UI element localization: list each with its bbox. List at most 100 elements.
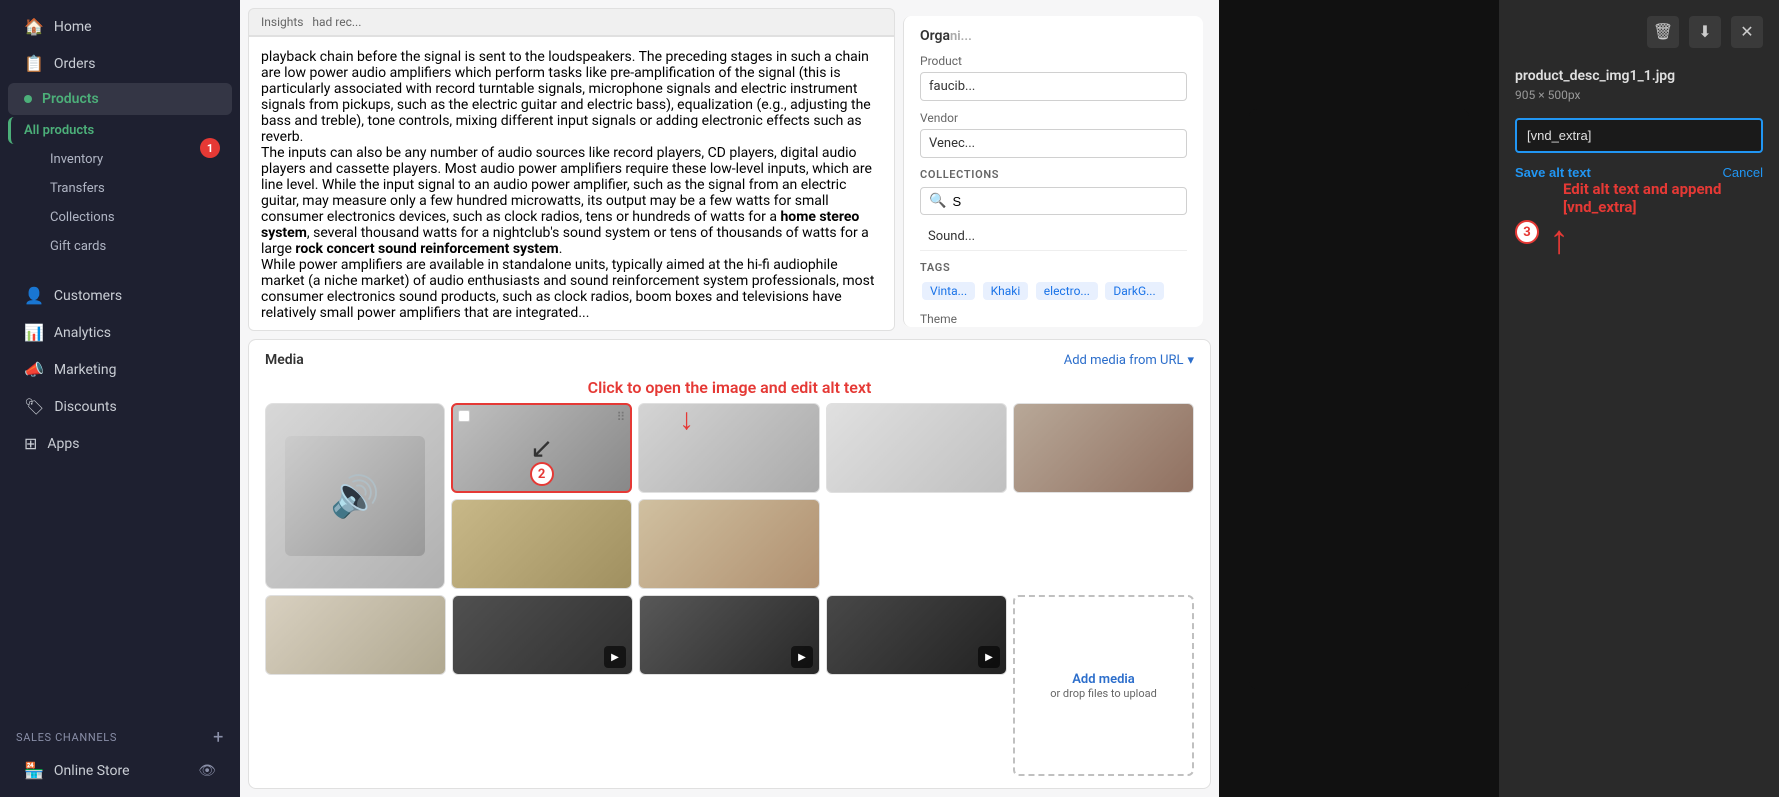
sidebar-item-label: Marketing <box>54 362 117 378</box>
tag-vinta[interactable]: Vinta... <box>922 282 975 300</box>
product-description: playback chain before the signal is sent… <box>248 36 895 331</box>
close-editor-btn[interactable]: ✕ <box>1731 16 1763 48</box>
add-media-url-btn[interactable]: Add media from URL ▾ <box>1064 353 1194 368</box>
tag-electro[interactable]: electro... <box>1036 282 1098 300</box>
vendor-field-value[interactable]: Venec... <box>920 129 1187 158</box>
red-arrow-up-annotation: ↑ <box>1549 220 1569 260</box>
discounts-icon: 🏷 <box>24 397 44 416</box>
add-media-box[interactable]: Add media or drop files to upload <box>1013 595 1194 776</box>
media-thumb-video-3[interactable]: ▶ <box>826 595 1007 675</box>
sidebar-item-orders[interactable]: 📋 Orders <box>8 46 232 81</box>
media-thumb-4[interactable] <box>826 403 1007 493</box>
media-thumb-7[interactable] <box>638 499 819 589</box>
sidebar-item-label: Customers <box>54 288 122 304</box>
media-section: Media Add media from URL ▾ Click to open… <box>248 339 1211 789</box>
cancel-alt-text-btn[interactable]: Cancel <box>1723 165 1763 180</box>
sidebar: 🏠 Home 📋 Orders Products All products 1 … <box>0 0 240 797</box>
sidebar-item-discounts[interactable]: 🏷 Discounts <box>8 389 232 424</box>
sidebar-item-label: Home <box>54 19 92 35</box>
home-icon: 🏠 <box>24 17 44 36</box>
visibility-icon[interactable]: 👁 <box>198 763 216 779</box>
vendor-field-label: Vendor <box>920 111 1187 125</box>
sidebar-item-label: Discounts <box>54 399 116 415</box>
sidebar-sub-label: All products <box>24 123 94 138</box>
media-thumb-3[interactable] <box>638 403 819 493</box>
sidebar-item-home[interactable]: 🏠 Home <box>8 9 232 44</box>
sales-channels-header: SALES CHANNELS + <box>0 711 240 752</box>
sidebar-item-online-store[interactable]: 🏪 Online Store 👁 <box>8 753 232 788</box>
sidebar-sub-gift-cards[interactable]: Gift cards <box>8 233 232 260</box>
sidebar-sub-all-products[interactable]: All products 1 <box>8 117 232 144</box>
insights-bar: Insights had rec... <box>248 8 895 36</box>
add-media-sub: or drop files to upload <box>1050 687 1157 700</box>
close-icon: ✕ <box>1740 22 1753 42</box>
speaker-grill-image <box>1249 109 1469 689</box>
alt-text-input[interactable] <box>1515 118 1763 153</box>
media-grid-row2: ▶ ▶ ▶ Add media or drop files to upload <box>265 595 1194 776</box>
sidebar-item-marketing[interactable]: 📣 Marketing <box>8 352 232 387</box>
sidebar-item-customers[interactable]: 👤 Customers <box>8 278 232 313</box>
download-icon: ⬇ <box>1698 22 1711 42</box>
chevron-down-icon: ▾ <box>1187 353 1194 368</box>
sidebar-sub-label: Gift cards <box>50 239 106 254</box>
product-field-label: Product <box>920 54 1187 68</box>
annotation-click-text: Click to open the image and edit alt tex… <box>588 378 872 397</box>
badge-3: 3 <box>1515 220 1539 244</box>
thumb-checkbox <box>458 410 470 422</box>
sidebar-sub-label: Collections <box>50 210 115 225</box>
image-controls-panel: 🗑 ⬇ ✕ product_desc_img1_1.jpg 905 × 500p… <box>1499 0 1779 797</box>
collections-search-input[interactable] <box>952 194 1178 209</box>
sidebar-sub-transfers[interactable]: Transfers <box>8 175 232 202</box>
sidebar-item-products[interactable]: Products <box>8 83 232 115</box>
main-content: Insights had rec... playback chain befor… <box>240 0 1219 797</box>
collections-label: COLLECTIONS <box>920 168 1187 181</box>
media-thumb-5[interactable] <box>1013 403 1194 493</box>
media-thumb-video-2[interactable]: ▶ <box>639 595 820 675</box>
sidebar-item-label: Products <box>42 91 99 107</box>
annotation-container: Click to open the image and edit alt tex… <box>265 378 1194 397</box>
media-thumb-main[interactable]: 🔊 <box>265 403 445 589</box>
badge-number: 1 <box>200 138 220 158</box>
analytics-icon: 📊 <box>24 323 44 342</box>
search-icon: 🔍 <box>929 193 946 209</box>
sidebar-item-label: Orders <box>54 56 96 72</box>
media-thumb-video-1[interactable]: ▶ <box>452 595 633 675</box>
tag-khaki[interactable]: Khaki <box>983 282 1029 300</box>
desc-para-3: While power amplifiers are available in … <box>261 257 882 321</box>
sidebar-item-analytics[interactable]: 📊 Analytics <box>8 315 232 350</box>
save-alt-text-btn[interactable]: Save alt text <box>1515 165 1591 180</box>
sidebar-item-apps[interactable]: ⊞ Apps <box>8 426 232 461</box>
annotation-edit-text: Edit alt text and append [vnd_extra] <box>1563 180 1721 216</box>
media-thumb-selected[interactable]: ⠿ ↙ 2 <box>451 403 632 493</box>
add-sales-channel-btn[interactable]: + <box>213 727 224 748</box>
badge-2: 2 <box>530 462 554 486</box>
play-icon-2: ▶ <box>791 646 813 668</box>
product-field-value[interactable]: faucib... <box>920 72 1187 101</box>
media-thumb-6[interactable] <box>451 499 632 589</box>
sidebar-sub-collections[interactable]: Collections <box>8 204 232 231</box>
desc-para-2: The inputs can also be any number of aud… <box>261 145 882 257</box>
delete-image-btn[interactable]: 🗑 <box>1647 16 1679 48</box>
tag-darkg[interactable]: DarkG... <box>1105 282 1163 300</box>
image-controls-header: 🗑 ⬇ ✕ <box>1515 16 1763 48</box>
desc-para-1: playback chain before the signal is sent… <box>261 49 882 145</box>
collection-item-sound[interactable]: Sound... <box>920 223 1187 251</box>
customers-icon: 👤 <box>24 286 44 305</box>
sidebar-item-label: Online Store <box>54 763 130 779</box>
step3-annotation: 3 ↑ <box>1515 220 1763 260</box>
sidebar-sub-label: Transfers <box>50 181 105 196</box>
image-preview-panel <box>1219 0 1499 797</box>
organize-panel: Organi... Product faucib... Vendor Venec… <box>903 16 1203 327</box>
annotation-edit-text-container: Edit alt text and append [vnd_extra] <box>1563 180 1763 216</box>
media-grid: 🔊 ⠿ ↙ 2 <box>265 403 1194 589</box>
sidebar-sub-inventory[interactable]: Inventory <box>8 146 232 173</box>
orders-icon: 📋 <box>24 54 44 73</box>
tags-container: Vinta... Khaki electro... DarkG... <box>920 280 1187 302</box>
collections-search[interactable]: 🔍 <box>920 187 1187 215</box>
download-image-btn[interactable]: ⬇ <box>1689 16 1721 48</box>
media-thumb-8[interactable] <box>265 595 446 675</box>
apps-icon: ⊞ <box>24 434 37 453</box>
sidebar-item-label: Analytics <box>54 325 111 341</box>
drag-handle: ⠿ <box>616 410 625 424</box>
image-dimensions: 905 × 500px <box>1515 88 1763 102</box>
